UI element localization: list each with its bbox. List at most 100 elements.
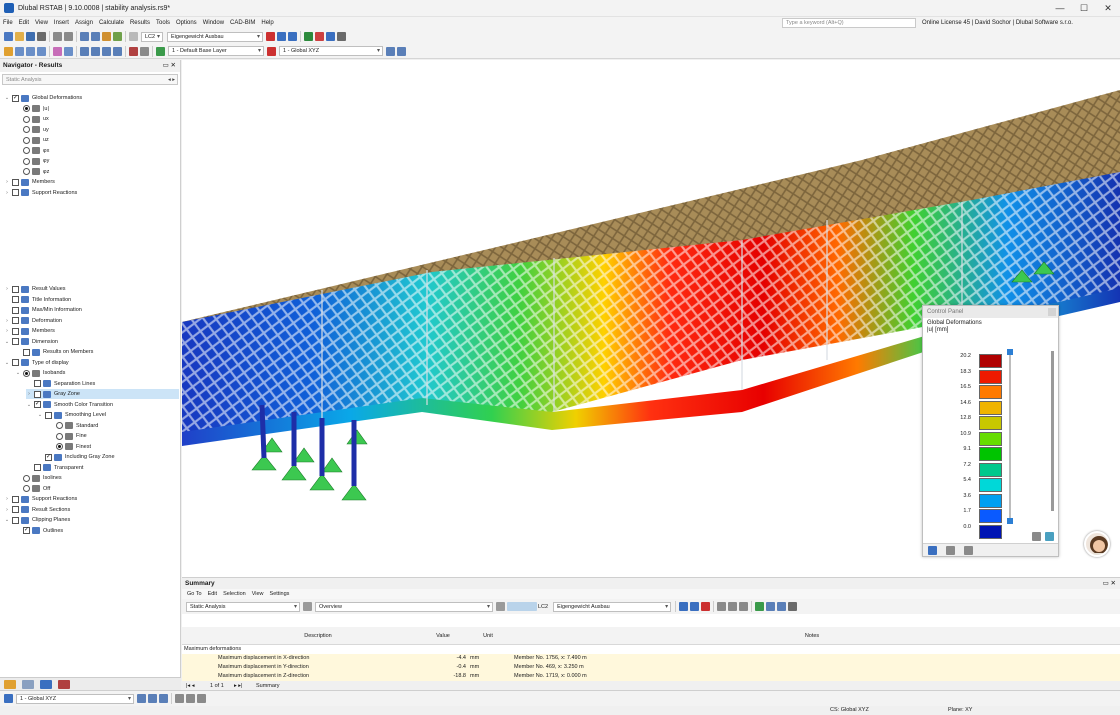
cs-icon[interactable]	[4, 694, 13, 703]
object-snap-icon[interactable]	[159, 694, 168, 703]
print-icon[interactable]	[37, 32, 46, 41]
summary-menu-settings[interactable]: Settings	[267, 589, 293, 599]
menu-edit[interactable]: Edit	[16, 17, 32, 29]
calculate-icon[interactable]	[102, 32, 111, 41]
menu-help[interactable]: Help	[258, 17, 276, 29]
menu-file[interactable]: File	[0, 17, 16, 29]
filter-icon[interactable]	[315, 32, 324, 41]
coord-system-select[interactable]: 1 - Global XYZ	[279, 46, 383, 56]
checkbox[interactable]: ✓	[34, 401, 41, 408]
legend-slider-max-handle[interactable]	[1007, 349, 1013, 355]
legend-slider-track[interactable]	[1009, 351, 1011, 523]
chevron-down-icon[interactable]: ⌄	[15, 370, 21, 376]
radio-button[interactable]	[23, 168, 30, 175]
snap-points-icon[interactable]	[137, 694, 146, 703]
menu-assign[interactable]: Assign	[72, 17, 96, 29]
checkbox[interactable]	[12, 359, 19, 366]
menu-tools[interactable]: Tools	[153, 17, 173, 29]
legend-toggle-icon[interactable]	[1045, 532, 1054, 541]
columns-icon[interactable]	[728, 602, 737, 611]
coord-system-icon[interactable]	[267, 47, 276, 56]
tree-item[interactable]: ux	[15, 114, 179, 124]
radio-button[interactable]	[56, 422, 63, 429]
chevron-down-icon[interactable]: ⌄	[4, 360, 10, 366]
tree-item[interactable]: ›Deformation	[4, 316, 179, 326]
results-tab-icon[interactable]	[58, 680, 70, 689]
checkbox[interactable]	[12, 189, 19, 196]
menu-options[interactable]: Options	[173, 17, 200, 29]
maximize-icon[interactable]: ☐	[1072, 0, 1096, 17]
deformation-icon[interactable]	[266, 32, 275, 41]
tree-item[interactable]: ✓Outlines	[15, 526, 179, 536]
tree-item[interactable]: ✓Including Gray Zone	[37, 452, 179, 462]
settings-icon[interactable]	[1032, 532, 1041, 541]
tree-item[interactable]: ⌄Dimension	[4, 337, 179, 347]
menu-window[interactable]: Window	[200, 17, 227, 29]
member-results-icon[interactable]	[277, 32, 286, 41]
data-tab-icon[interactable]	[4, 680, 16, 689]
checkbox[interactable]	[45, 412, 52, 419]
summary-menu-goto[interactable]: Go To	[184, 589, 205, 599]
summary-menu-edit[interactable]: Edit	[205, 589, 220, 599]
checkbox[interactable]: ✓	[12, 95, 19, 102]
views-tab-icon[interactable]	[40, 680, 52, 689]
chevron-down-icon[interactable]: ⌄	[26, 402, 32, 408]
summary-menu-view[interactable]: View	[249, 589, 267, 599]
radio-button[interactable]	[23, 137, 30, 144]
checkbox[interactable]	[12, 338, 19, 345]
legend-slider-min-handle[interactable]	[1007, 518, 1013, 524]
radio-button[interactable]	[23, 485, 30, 492]
line-tool-icon[interactable]	[175, 694, 184, 703]
results-icon[interactable]	[113, 32, 122, 41]
tree-item[interactable]: Isolines	[15, 473, 179, 483]
tree-item[interactable]: ⌄Type of display	[4, 358, 179, 368]
workplane-icon[interactable]	[386, 47, 395, 56]
member-icon[interactable]	[26, 47, 35, 56]
tree-item[interactable]: ›Result Sections	[4, 505, 179, 515]
tree-item[interactable]: Transparent	[26, 463, 179, 473]
tree-item[interactable]: uz	[15, 135, 179, 145]
chevron-right-icon[interactable]: ›	[4, 318, 10, 324]
tree-item[interactable]: Max/Min Information	[4, 305, 179, 315]
menu-results[interactable]: Results	[127, 17, 153, 29]
delete-icon[interactable]	[129, 47, 138, 56]
radio-button[interactable]	[23, 370, 30, 377]
animation-icon[interactable]	[304, 32, 313, 41]
chevron-right-icon[interactable]: ›	[4, 179, 10, 185]
tree-item[interactable]: φy	[15, 156, 179, 166]
view-x-icon[interactable]	[80, 47, 89, 56]
minimize-icon[interactable]: —	[1048, 0, 1072, 17]
save-icon[interactable]	[26, 32, 35, 41]
checkbox[interactable]	[12, 286, 19, 293]
dimension-tool-icon[interactable]	[197, 694, 206, 703]
tree-item[interactable]: uy	[15, 125, 179, 135]
tree-item[interactable]: ⌄✓Global Deformations	[4, 93, 179, 103]
layer-select[interactable]: 1 - Default Base Layer	[168, 46, 264, 56]
checkbox[interactable]	[34, 464, 41, 471]
chevron-right-icon[interactable]: ›	[4, 507, 10, 513]
menu-view[interactable]: View	[32, 17, 51, 29]
chevron-down-icon[interactable]: ⌄	[4, 339, 10, 345]
panel-controls-icon[interactable]: ▭ ✕	[1103, 578, 1116, 589]
radio-button[interactable]	[23, 475, 30, 482]
tree-item[interactable]: ›Gray Zone	[26, 389, 179, 399]
view-z-icon[interactable]	[102, 47, 111, 56]
next-icon[interactable]	[496, 602, 505, 611]
checkbox[interactable]: ✓	[23, 527, 30, 534]
model-icon[interactable]	[91, 32, 100, 41]
display-tab-icon[interactable]	[22, 680, 34, 689]
tree-item[interactable]: Finest	[48, 442, 179, 452]
snap-icon[interactable]	[53, 47, 62, 56]
summary-menu-selection[interactable]: Selection	[220, 589, 249, 599]
checkbox[interactable]	[12, 179, 19, 186]
filter-icon[interactable]	[690, 602, 699, 611]
summary-lc-select[interactable]: Eigengewicht Ausbau	[553, 602, 671, 612]
open-file-icon[interactable]	[15, 32, 24, 41]
tree-item[interactable]: ⌄✓Smooth Color Transition	[26, 400, 179, 410]
menu-calculate[interactable]: Calculate	[96, 17, 127, 29]
factors-tab-icon[interactable]	[946, 546, 955, 555]
radio-button[interactable]	[23, 147, 30, 154]
arc-tool-icon[interactable]	[186, 694, 195, 703]
radio-button[interactable]	[23, 126, 30, 133]
export-excel-icon[interactable]	[755, 602, 764, 611]
